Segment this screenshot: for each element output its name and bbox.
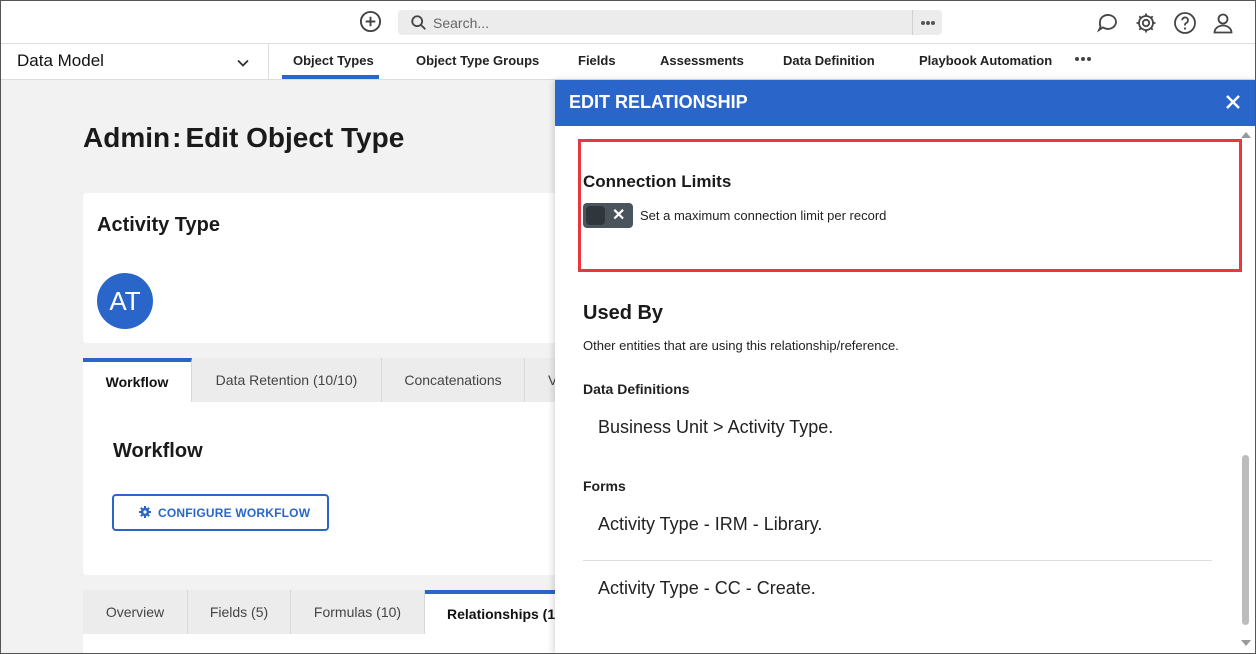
tab-fields[interactable]: Fields xyxy=(578,53,616,68)
connection-limit-toggle[interactable]: ✕ xyxy=(583,203,633,228)
search-icon xyxy=(411,15,426,30)
drawer-title: EDIT RELATIONSHIP xyxy=(569,92,748,112)
gear-icon[interactable] xyxy=(1134,11,1158,35)
search-options-button[interactable] xyxy=(912,10,942,35)
used-by-description: Other entities that are using this relat… xyxy=(583,338,899,353)
data-definition-item[interactable]: Business Unit > Activity Type. xyxy=(598,417,833,438)
used-by-title: Used By xyxy=(583,302,664,324)
avatar: AT xyxy=(97,273,153,329)
configure-workflow-label: CONFIGURE WORKFLOW xyxy=(158,506,311,520)
tab-relationships[interactable]: Relationships (1) xyxy=(425,590,565,634)
tab-formulas[interactable]: Formulas (10) xyxy=(291,590,425,634)
toggle-label: Set a maximum connection limit per recor… xyxy=(640,208,887,223)
edit-relationship-drawer: EDIT RELATIONSHIP Connection Limits ✕ Se… xyxy=(555,80,1256,654)
scroll-down-arrow[interactable] xyxy=(1241,640,1251,646)
more-horizontal-icon xyxy=(921,21,925,25)
tab-data-definition[interactable]: Data Definition xyxy=(783,53,875,68)
data-definitions-title: Data Definitions xyxy=(583,381,690,397)
help-icon[interactable] xyxy=(1173,11,1197,35)
tab-concatenations[interactable]: Concatenations xyxy=(382,358,525,402)
more-horizontal-icon xyxy=(1075,57,1079,61)
list-divider xyxy=(583,560,1212,561)
drawer-scrollbar[interactable] xyxy=(1239,130,1253,650)
top-bar: Search... xyxy=(0,0,1256,44)
chevron-down-icon[interactable] xyxy=(236,56,250,70)
module-selector-label[interactable]: Data Model xyxy=(17,51,104,71)
chat-icon[interactable] xyxy=(1096,11,1120,35)
connection-limits-title: Connection Limits xyxy=(583,172,732,191)
nav-divider xyxy=(268,44,269,80)
tab-object-types[interactable]: Object Types xyxy=(293,53,374,68)
gear-icon xyxy=(139,506,151,518)
add-circle-icon[interactable] xyxy=(359,10,382,33)
workflow-title: Workflow xyxy=(113,440,203,462)
toggle-knob xyxy=(586,206,605,225)
object-type-name: Activity Type xyxy=(97,214,220,236)
form-item[interactable]: Activity Type - IRM - Library. xyxy=(598,514,822,535)
tab-workflow[interactable]: Workflow xyxy=(83,358,192,402)
tab-object-type-groups[interactable]: Object Type Groups xyxy=(416,53,539,68)
tab-fields-count[interactable]: Fields (5) xyxy=(188,590,291,634)
tab-playbook-automation[interactable]: Playbook Automation xyxy=(919,53,1052,68)
form-item[interactable]: Activity Type - CC - Create. xyxy=(598,578,816,599)
user-icon[interactable] xyxy=(1211,11,1235,35)
tab-data-retention[interactable]: Data Retention (10/10) xyxy=(192,358,382,402)
drawer-header: EDIT RELATIONSHIP xyxy=(555,80,1256,126)
close-icon: ✕ xyxy=(612,207,626,224)
configure-workflow-button[interactable]: CONFIGURE WORKFLOW xyxy=(112,494,329,531)
scroll-up-arrow[interactable] xyxy=(1241,132,1251,138)
forms-title: Forms xyxy=(583,478,626,494)
search-placeholder: Search... xyxy=(433,15,490,31)
connection-limits-highlight xyxy=(578,139,1242,272)
page-title: Admin: Edit Object Type xyxy=(83,122,405,153)
scroll-thumb[interactable] xyxy=(1242,455,1249,625)
active-tab-indicator xyxy=(282,75,379,79)
tab-overview[interactable]: Overview xyxy=(83,590,188,634)
tab-assessments[interactable]: Assessments xyxy=(660,53,744,68)
close-icon[interactable] xyxy=(1222,91,1244,113)
nav-bar: Data Model Object Types Object Type Grou… xyxy=(0,44,1256,80)
search-bar[interactable]: Search... xyxy=(398,10,942,35)
